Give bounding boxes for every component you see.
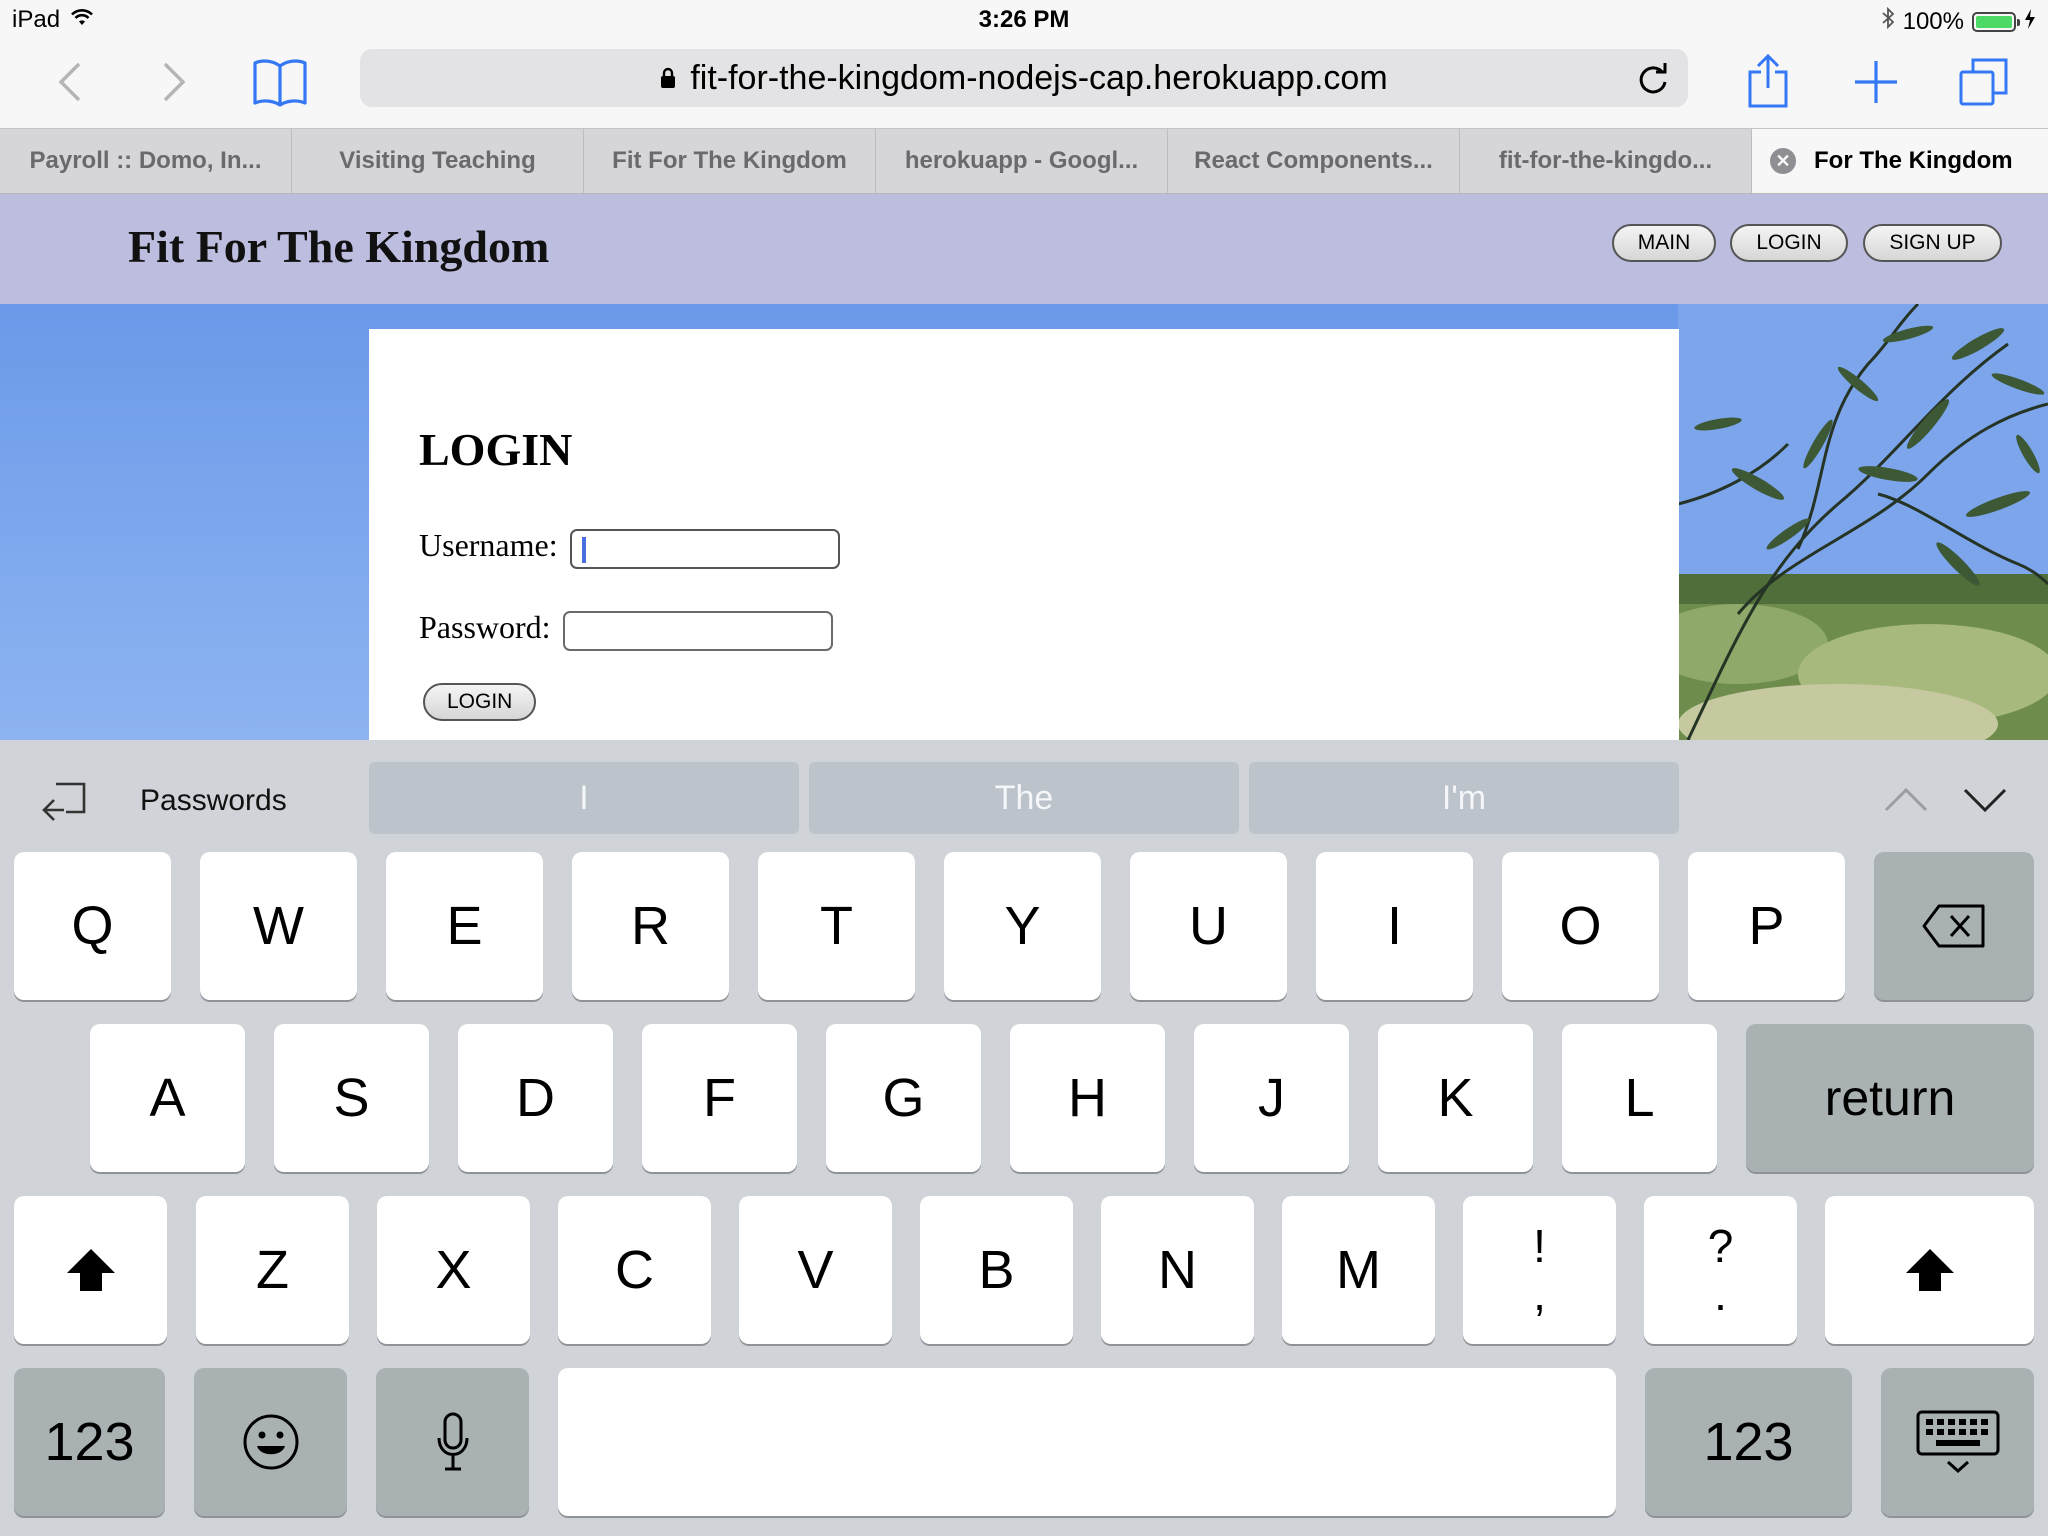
key-q[interactable]: Q <box>14 852 171 1000</box>
key-x[interactable]: X <box>377 1196 530 1344</box>
tab-fit-for-the-kingdo[interactable]: fit-for-the-kingdo... <box>1460 129 1752 193</box>
key-o[interactable]: O <box>1502 852 1659 1000</box>
nav-signup-button[interactable]: SIGN UP <box>1863 224 2002 262</box>
tab-active[interactable]: ✕ For The Kingdom <box>1752 129 2048 193</box>
tab-react-components[interactable]: React Components... <box>1168 129 1460 193</box>
key-h[interactable]: H <box>1010 1024 1165 1172</box>
key-exclamation-label: ! <box>1533 1220 1546 1272</box>
status-bar: iPad 3:26 PM 100% <box>0 0 2048 40</box>
key-exclamation-comma[interactable]: !, <box>1463 1196 1616 1344</box>
tab-fit-for-the-kingdom[interactable]: Fit For The Kingdom <box>584 129 876 193</box>
keyboard-assistant-bar: Passwords I The I'm <box>0 740 2048 844</box>
bookmarks-icon[interactable] <box>248 50 312 114</box>
key-icon[interactable] <box>40 778 86 827</box>
reload-icon[interactable] <box>1636 60 1670 105</box>
login-submit-button[interactable]: LOGIN <box>423 683 537 721</box>
key-v[interactable]: V <box>739 1196 892 1344</box>
key-r[interactable]: R <box>572 852 729 1000</box>
url-text: fit-for-the-kingdom-nodejs-cap.herokuapp… <box>690 58 1388 97</box>
key-t[interactable]: T <box>758 852 915 1000</box>
key-l[interactable]: L <box>1562 1024 1717 1172</box>
key-p[interactable]: P <box>1688 852 1845 1000</box>
status-right: 100% <box>1881 6 2036 37</box>
dismiss-keyboard-icon[interactable] <box>1881 1368 2034 1516</box>
back-icon[interactable] <box>38 50 102 114</box>
key-g[interactable]: G <box>826 1024 981 1172</box>
battery-percent: 100% <box>1902 7 1964 35</box>
suggestion-2[interactable]: The <box>809 762 1239 834</box>
tabs-icon[interactable] <box>1952 50 2016 114</box>
key-u[interactable]: U <box>1130 852 1287 1000</box>
key-question-label: ? <box>1707 1220 1734 1272</box>
key-w[interactable]: W <box>200 852 357 1000</box>
tree-foliage <box>1678 304 2048 740</box>
username-label: Username: <box>419 527 558 563</box>
passwords-button[interactable]: Passwords <box>140 784 287 818</box>
bluetooth-icon <box>1881 6 1895 37</box>
space-bar[interactable] <box>558 1368 1616 1516</box>
text-caret <box>582 537 586 563</box>
key-b[interactable]: B <box>920 1196 1073 1344</box>
key-y[interactable]: Y <box>944 852 1101 1000</box>
tab-active-label: For The Kingdom <box>1814 147 2013 174</box>
status-time: 3:26 PM <box>978 6 1070 33</box>
key-i[interactable]: I <box>1316 852 1473 1000</box>
site-title: Fit For The Kingdom <box>128 221 550 272</box>
delete-backspace-icon[interactable] <box>1874 852 2034 1000</box>
previous-field-chevron-up-icon[interactable] <box>1881 780 1931 820</box>
key-k[interactable]: K <box>1378 1024 1533 1172</box>
forward-icon[interactable] <box>142 50 206 114</box>
shift-right-icon[interactable] <box>1825 1196 2034 1344</box>
numbers-key-right[interactable]: 123 <box>1645 1368 1852 1516</box>
shift-left-icon[interactable] <box>14 1196 167 1344</box>
next-field-chevron-down-icon[interactable] <box>1960 780 2010 820</box>
charging-icon <box>2024 8 2036 36</box>
suggestion-3[interactable]: I'm <box>1249 762 1679 834</box>
tab-herokuapp-google[interactable]: herokuapp - Googl... <box>876 129 1168 193</box>
microphone-icon[interactable] <box>376 1368 529 1516</box>
battery-icon <box>1972 11 2020 32</box>
key-e[interactable]: E <box>386 852 543 1000</box>
username-input[interactable] <box>570 529 840 569</box>
web-page: Fit For The Kingdom MAIN LOGIN SIGN UP L… <box>0 194 2048 740</box>
suggestion-1[interactable]: I <box>369 762 799 834</box>
nav-main-button[interactable]: MAIN <box>1612 224 1716 262</box>
emoji-icon[interactable] <box>194 1368 347 1516</box>
tab-payroll[interactable]: Payroll :: Domo, In... <box>0 129 292 193</box>
login-card: LOGIN Username: Password: LOGIN <box>369 329 1679 740</box>
tab-close-icon[interactable]: ✕ <box>1770 148 1796 174</box>
tab-visiting-teaching[interactable]: Visiting Teaching <box>292 129 584 193</box>
key-d[interactable]: D <box>458 1024 613 1172</box>
key-n[interactable]: N <box>1101 1196 1254 1344</box>
browser-toolbar: fit-for-the-kingdom-nodejs-cap.herokuapp… <box>0 40 2048 128</box>
nav-login-button[interactable]: LOGIN <box>1730 224 1848 262</box>
share-icon[interactable] <box>1736 50 1800 114</box>
tab-strip: Payroll :: Domo, In... Visiting Teaching… <box>0 128 2048 194</box>
key-a[interactable]: A <box>90 1024 245 1172</box>
return-key[interactable]: return <box>1746 1024 2034 1172</box>
login-heading: LOGIN <box>419 424 573 475</box>
new-tab-icon[interactable] <box>1844 50 1908 114</box>
key-period-label: . <box>1714 1268 1727 1320</box>
lock-icon <box>660 67 676 89</box>
key-z[interactable]: Z <box>196 1196 349 1344</box>
password-label: Password: <box>419 609 551 645</box>
key-question-period[interactable]: ?. <box>1644 1196 1797 1344</box>
password-input[interactable] <box>563 611 833 651</box>
key-m[interactable]: M <box>1282 1196 1435 1344</box>
address-bar[interactable]: fit-for-the-kingdom-nodejs-cap.herokuapp… <box>360 49 1688 107</box>
key-comma-label: , <box>1533 1268 1546 1320</box>
site-header: Fit For The Kingdom MAIN LOGIN SIGN UP <box>0 194 2048 304</box>
on-screen-keyboard: Passwords I The I'm Q W E R T Y U I O P … <box>0 740 2048 1536</box>
numbers-key-left[interactable]: 123 <box>14 1368 165 1516</box>
key-j[interactable]: J <box>1194 1024 1349 1172</box>
key-f[interactable]: F <box>642 1024 797 1172</box>
key-c[interactable]: C <box>558 1196 711 1344</box>
key-s[interactable]: S <box>274 1024 429 1172</box>
